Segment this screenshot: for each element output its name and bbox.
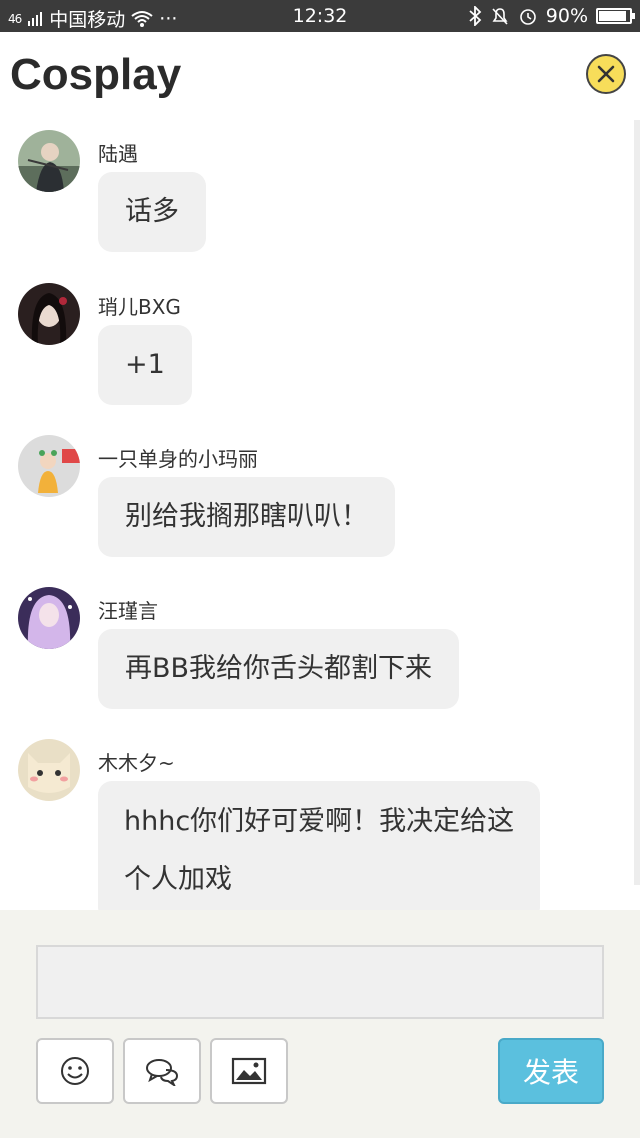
status-bar: 46 中国移动 ··· 12:32 90% bbox=[0, 0, 640, 32]
message-bubble: 别给我搁那瞎叭叭！ bbox=[98, 477, 395, 557]
chat-bubbles-icon bbox=[146, 1059, 179, 1086]
battery-icon bbox=[596, 8, 635, 24]
emoji-icon bbox=[61, 1057, 89, 1085]
message-bubble: 再BB我给你舌头都割下来 bbox=[98, 629, 460, 709]
message-item: 一只单身的小玛丽 别给我搁那瞎叭叭！ bbox=[0, 435, 640, 575]
scrollbar[interactable] bbox=[634, 120, 640, 885]
username: 汪瑾言 bbox=[98, 599, 158, 623]
avatar-image bbox=[18, 587, 80, 649]
username: 陆遇 bbox=[98, 142, 138, 166]
message-bubble: hhhc你们好可爱啊！我决定给这 个人加戏 bbox=[98, 781, 541, 910]
header: Cosplay bbox=[0, 32, 640, 120]
message-item: 琑儿BXG +1 bbox=[0, 283, 640, 423]
page-title: Cosplay bbox=[10, 50, 182, 99]
chat-button[interactable] bbox=[123, 1038, 201, 1104]
send-button[interactable]: 发表 bbox=[498, 1038, 604, 1104]
mute-bell-icon bbox=[492, 8, 508, 25]
alarm-icon bbox=[519, 9, 536, 25]
username: 一只单身的小玛丽 bbox=[98, 447, 258, 471]
battery-percent: 90% bbox=[545, 5, 588, 27]
status-right: 90% bbox=[468, 5, 635, 27]
avatar[interactable] bbox=[18, 435, 80, 497]
avatar-image bbox=[18, 739, 80, 801]
avatar[interactable] bbox=[18, 283, 80, 345]
avatar[interactable] bbox=[18, 587, 80, 649]
close-icon bbox=[597, 65, 615, 83]
message-bubble: 话多 bbox=[98, 172, 206, 252]
emoji-button[interactable] bbox=[36, 1038, 114, 1104]
message-item: 木木夕~ hhhc你们好可爱啊！我决定给这 个人加戏 bbox=[0, 739, 640, 910]
image-icon bbox=[231, 1057, 267, 1085]
avatar-image bbox=[18, 435, 80, 497]
battery-level bbox=[599, 11, 626, 21]
message-input[interactable] bbox=[36, 945, 604, 1019]
image-button[interactable] bbox=[210, 1038, 288, 1104]
avatar[interactable] bbox=[18, 130, 80, 192]
avatar-image bbox=[18, 283, 80, 345]
avatar-image bbox=[18, 130, 80, 192]
composer: 发表 bbox=[0, 910, 640, 1138]
username: 木木夕~ bbox=[98, 751, 175, 775]
message-item: 陆遇 话多 bbox=[0, 130, 640, 270]
message-line: hhhc你们好可爱啊！我决定给这 bbox=[124, 806, 515, 837]
message-item: 汪瑾言 再BB我给你舌头都割下来 bbox=[0, 587, 640, 727]
avatar[interactable] bbox=[18, 739, 80, 801]
close-button[interactable] bbox=[586, 54, 626, 94]
message-bubble: +1 bbox=[98, 325, 192, 405]
bluetooth-icon bbox=[469, 6, 482, 26]
username: 琑儿BXG bbox=[98, 295, 181, 319]
message-line: 个人加戏 bbox=[124, 864, 232, 895]
message-list[interactable]: 陆遇 话多 琑儿BXG +1 一只单身的小玛丽 别给我搁那瞎叭叭！ 汪瑾言 再B… bbox=[0, 120, 640, 910]
